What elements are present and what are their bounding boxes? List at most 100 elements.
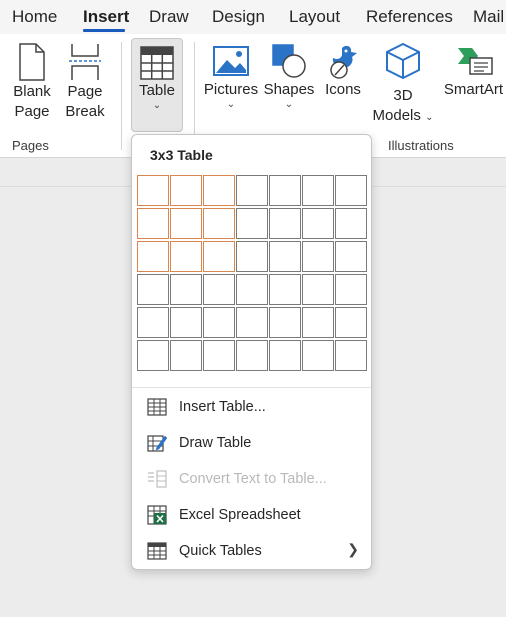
insert-table-menu-item[interactable]: Insert Table... [132, 391, 371, 423]
table-grid-cell[interactable] [137, 241, 169, 272]
shapes-button[interactable]: Shapes ⌄ [262, 42, 316, 130]
blank-page-label-2: Page [14, 103, 50, 120]
tab-home[interactable]: Home [12, 7, 57, 27]
table-grid-cell[interactable] [335, 208, 367, 239]
table-grid-cell[interactable] [137, 175, 169, 206]
table-grid-cell[interactable] [335, 241, 367, 272]
table-grid-cell[interactable] [203, 274, 235, 305]
table-button[interactable]: Table ⌄ [131, 38, 183, 132]
3d-models-label-2: Models ⌄ [372, 107, 434, 124]
table-grid-cell[interactable] [203, 208, 235, 239]
group-label-pages: Pages [12, 138, 49, 153]
3d-models-button[interactable]: 3D Models ⌄ [370, 42, 436, 132]
tab-references[interactable]: References [366, 7, 453, 27]
smartart-icon [457, 48, 493, 75]
chevron-down-icon: ⌄ [226, 99, 236, 110]
3d-models-label-1: 3D [393, 87, 413, 104]
chevron-right-icon: ❯ [347, 541, 359, 557]
convert-text-to-table-label: Convert Text to Table... [179, 471, 327, 487]
icons-icon [330, 45, 357, 79]
table-grid-cell[interactable] [236, 208, 268, 239]
table-grid-cell[interactable] [137, 340, 169, 371]
table-grid-cell[interactable] [269, 340, 301, 371]
convert-text-icon [148, 470, 167, 488]
table-grid-cell[interactable] [236, 340, 268, 371]
table-label: Table [139, 82, 175, 99]
table-grid-cell[interactable] [203, 340, 235, 371]
group-label-illustrations: Illustrations [388, 138, 454, 153]
active-tab-indicator [83, 29, 125, 32]
pictures-label: Pictures [203, 81, 259, 98]
table-grid-cell[interactable] [302, 208, 334, 239]
table-grid-cell[interactable] [335, 175, 367, 206]
quick-tables-label: Quick Tables [179, 543, 262, 559]
table-grid-cell[interactable] [335, 340, 367, 371]
table-grid-cell[interactable] [302, 274, 334, 305]
3d-cube-icon [386, 42, 420, 80]
page-break-icon [69, 44, 101, 80]
pictures-icon [213, 46, 249, 76]
table-grid-cell[interactable] [137, 307, 169, 338]
page-break-button[interactable]: Page Break [60, 42, 110, 130]
blank-page-label-1: Blank [13, 83, 51, 100]
table-grid-cell[interactable] [236, 307, 268, 338]
table-grid-cell[interactable] [203, 241, 235, 272]
table-grid-cell[interactable] [203, 307, 235, 338]
page-break-label-2: Break [65, 103, 105, 120]
tab-layout[interactable]: Layout [289, 7, 340, 27]
chevron-down-icon: ⌄ [284, 99, 294, 110]
table-icon [140, 46, 174, 80]
pictures-button[interactable]: Pictures ⌄ [203, 42, 259, 130]
table-grid-cell[interactable] [170, 307, 202, 338]
table-grid-cell[interactable] [236, 241, 268, 272]
insert-table-dropdown: 3x3 Table Insert Table... Draw Table Con… [131, 134, 372, 570]
table-grid-cell[interactable] [137, 274, 169, 305]
tab-insert[interactable]: Insert [83, 7, 129, 27]
blank-page-icon [19, 43, 45, 81]
group-separator [121, 42, 122, 150]
shapes-label: Shapes [263, 81, 315, 98]
tab-draw[interactable]: Draw [149, 7, 189, 27]
blank-page-button[interactable]: Blank Page [5, 42, 59, 130]
ribbon-tabs: Home Insert Draw Design Layout Reference… [0, 0, 506, 34]
table-grid-cell[interactable] [137, 208, 169, 239]
table-grid-cell[interactable] [170, 241, 202, 272]
table-grid-cell[interactable] [170, 175, 202, 206]
insert-table-label: Insert Table... [179, 399, 266, 415]
table-grid-cell[interactable] [203, 175, 235, 206]
icons-button[interactable]: Icons [320, 42, 366, 130]
table-grid-cell[interactable] [335, 274, 367, 305]
table-grid-cell[interactable] [269, 274, 301, 305]
table-grid-cell[interactable] [170, 340, 202, 371]
quick-tables-menu-item[interactable]: Quick Tables ❯ [132, 535, 371, 567]
shapes-icon [272, 44, 306, 78]
table-grid-cell[interactable] [236, 274, 268, 305]
table-grid-cell[interactable] [269, 241, 301, 272]
table-grid-cell[interactable] [302, 175, 334, 206]
tab-mailings[interactable]: Mail [473, 7, 504, 27]
table-grid-cell[interactable] [269, 307, 301, 338]
table-grid-cell[interactable] [302, 340, 334, 371]
table-grid-cell[interactable] [335, 307, 367, 338]
table-grid-cell[interactable] [302, 307, 334, 338]
table-grid-cell[interactable] [170, 274, 202, 305]
table-grid-cell[interactable] [170, 208, 202, 239]
draw-table-label: Draw Table [179, 435, 252, 451]
draw-table-menu-item[interactable]: Draw Table [132, 427, 371, 459]
table-grid-cell[interactable] [269, 208, 301, 239]
table-grid-cell[interactable] [269, 175, 301, 206]
draw-table-icon [147, 435, 167, 452]
table-grid-cell[interactable] [236, 175, 268, 206]
menu-separator [132, 387, 371, 388]
insert-table-icon [147, 398, 167, 416]
chevron-down-icon: ⌄ [152, 100, 162, 111]
smartart-button[interactable]: SmartArt [441, 42, 506, 130]
excel-icon [147, 505, 167, 525]
convert-text-to-table-menu-item: Convert Text to Table... [132, 463, 371, 495]
page-break-label-1: Page [67, 83, 103, 100]
table-size-preview-title: 3x3 Table [150, 147, 213, 163]
tab-design[interactable]: Design [212, 7, 265, 27]
excel-spreadsheet-menu-item[interactable]: Excel Spreadsheet [132, 499, 371, 531]
table-grid-cell[interactable] [302, 241, 334, 272]
excel-spreadsheet-label: Excel Spreadsheet [179, 507, 301, 523]
